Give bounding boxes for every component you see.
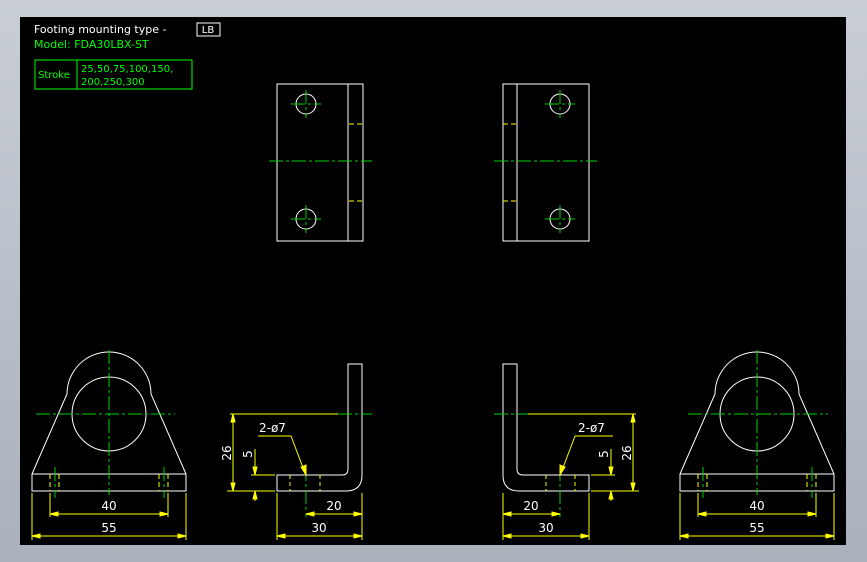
- dimension-arrow: [31, 533, 41, 539]
- dim-label-55: 55: [749, 521, 764, 535]
- title-block: Footing mounting type - LB Model: FDA30L…: [34, 22, 221, 90]
- dimension-arrow: [353, 533, 363, 539]
- l-bracket-outline: [276, 363, 363, 492]
- leader-arrow: [559, 464, 566, 477]
- title-text: Footing mounting type -: [34, 23, 166, 36]
- dimension-arrow: [177, 533, 187, 539]
- hole-callout: 2-ø7: [578, 421, 605, 435]
- front-view-right: 40 55: [679, 350, 835, 540]
- dimension-arrow: [502, 533, 512, 539]
- top-view-left: [269, 83, 372, 242]
- dim-label-40: 40: [749, 499, 764, 513]
- dimension-arrow: [630, 482, 636, 492]
- dimension-arrow: [608, 466, 614, 476]
- plate-outline: [502, 83, 590, 242]
- type-code: LB: [202, 25, 215, 36]
- l-bracket-outline: [502, 363, 590, 492]
- dimension-arrow: [49, 511, 59, 517]
- dimension-arrow: [580, 533, 590, 539]
- dimension-arrow: [630, 413, 636, 423]
- stroke-table: Stroke 25,50,75,100,150, 200,250,300: [34, 59, 193, 90]
- dim-label-30: 30: [311, 521, 326, 535]
- leader-arrow: [300, 464, 307, 477]
- dimension-arrow: [230, 482, 236, 492]
- hole-callout: 2-ø7: [259, 421, 286, 435]
- top-view-right: [494, 83, 597, 242]
- dim-label-55: 55: [101, 521, 116, 535]
- dimension-arrow: [502, 511, 512, 517]
- dim-label-20: 20: [523, 499, 538, 513]
- stroke-label: Stroke: [38, 70, 70, 81]
- cad-drawing-area: Footing mounting type - LB Model: FDA30L…: [20, 17, 846, 545]
- model-text: Model: FDA30LBX-ST: [34, 38, 149, 51]
- dim-label-26: 26: [620, 445, 634, 460]
- dimension-arrow: [276, 533, 286, 539]
- dim-label-30: 30: [538, 521, 553, 535]
- dimension-arrow: [679, 533, 689, 539]
- dimension-arrow: [159, 511, 169, 517]
- dim-label-5: 5: [241, 450, 255, 458]
- plate-outline: [276, 83, 364, 242]
- side-view-left: 26 5 2-ø7 20 30: [220, 363, 372, 540]
- footing-drawing: Footing mounting type - LB Model: FDA30L…: [31, 22, 835, 540]
- dimension-arrow: [252, 490, 258, 500]
- dimension-arrow: [252, 466, 258, 476]
- dimension-arrow: [608, 490, 614, 500]
- dimension-arrow: [551, 511, 561, 517]
- dimension-arrow: [807, 511, 817, 517]
- stroke-values-line1: 25,50,75,100,150,: [81, 64, 173, 75]
- front-view-left: 40 55: [31, 350, 187, 540]
- dimension-arrow: [353, 511, 363, 517]
- dimension-arrow: [825, 533, 835, 539]
- dimension-arrow: [230, 413, 236, 423]
- stroke-values-line2: 200,250,300: [81, 77, 145, 88]
- dim-label-40: 40: [101, 499, 116, 513]
- dimension-arrow: [697, 511, 707, 517]
- dim-label-20: 20: [326, 499, 341, 513]
- dimension-arrow: [305, 511, 315, 517]
- dim-label-5: 5: [597, 450, 611, 458]
- side-view-right: 26 5 2-ø7 20 30: [494, 363, 639, 540]
- dim-label-26: 26: [220, 445, 234, 460]
